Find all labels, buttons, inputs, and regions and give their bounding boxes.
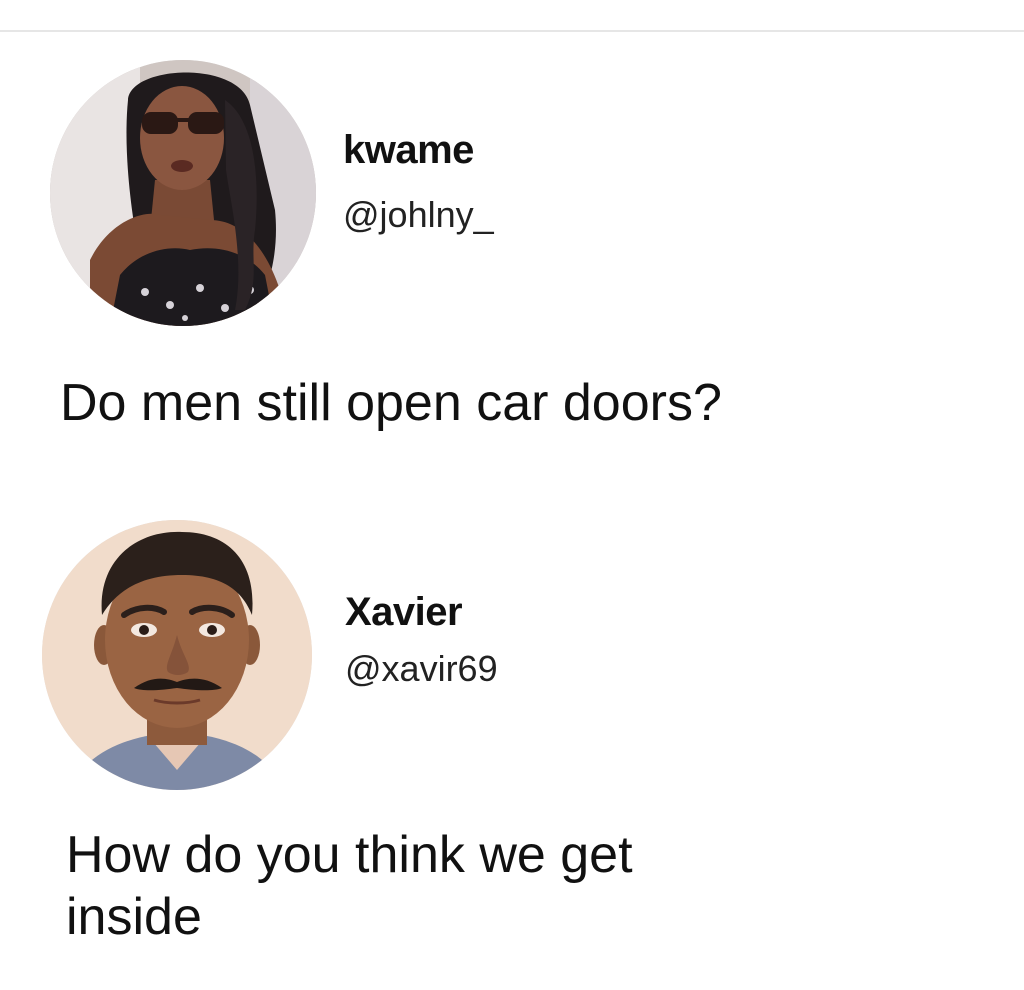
post-text: Do men still open car doors? [60,374,722,432]
avatar[interactable] [50,60,316,326]
avatar-photo-man [42,520,312,790]
avatar-photo-woman [50,60,316,326]
display-name[interactable]: Xavier [345,590,463,635]
user-handle[interactable]: @johlny_ [343,194,494,236]
avatar[interactable] [42,520,312,790]
display-name[interactable]: kwame [343,128,474,173]
post-text-line: How do you think we get [66,826,633,884]
post-text: How do you think we get inside [66,824,633,948]
user-handle[interactable]: @xavir69 [345,648,498,690]
post-text-line: inside [66,888,202,946]
top-divider [0,30,1024,32]
